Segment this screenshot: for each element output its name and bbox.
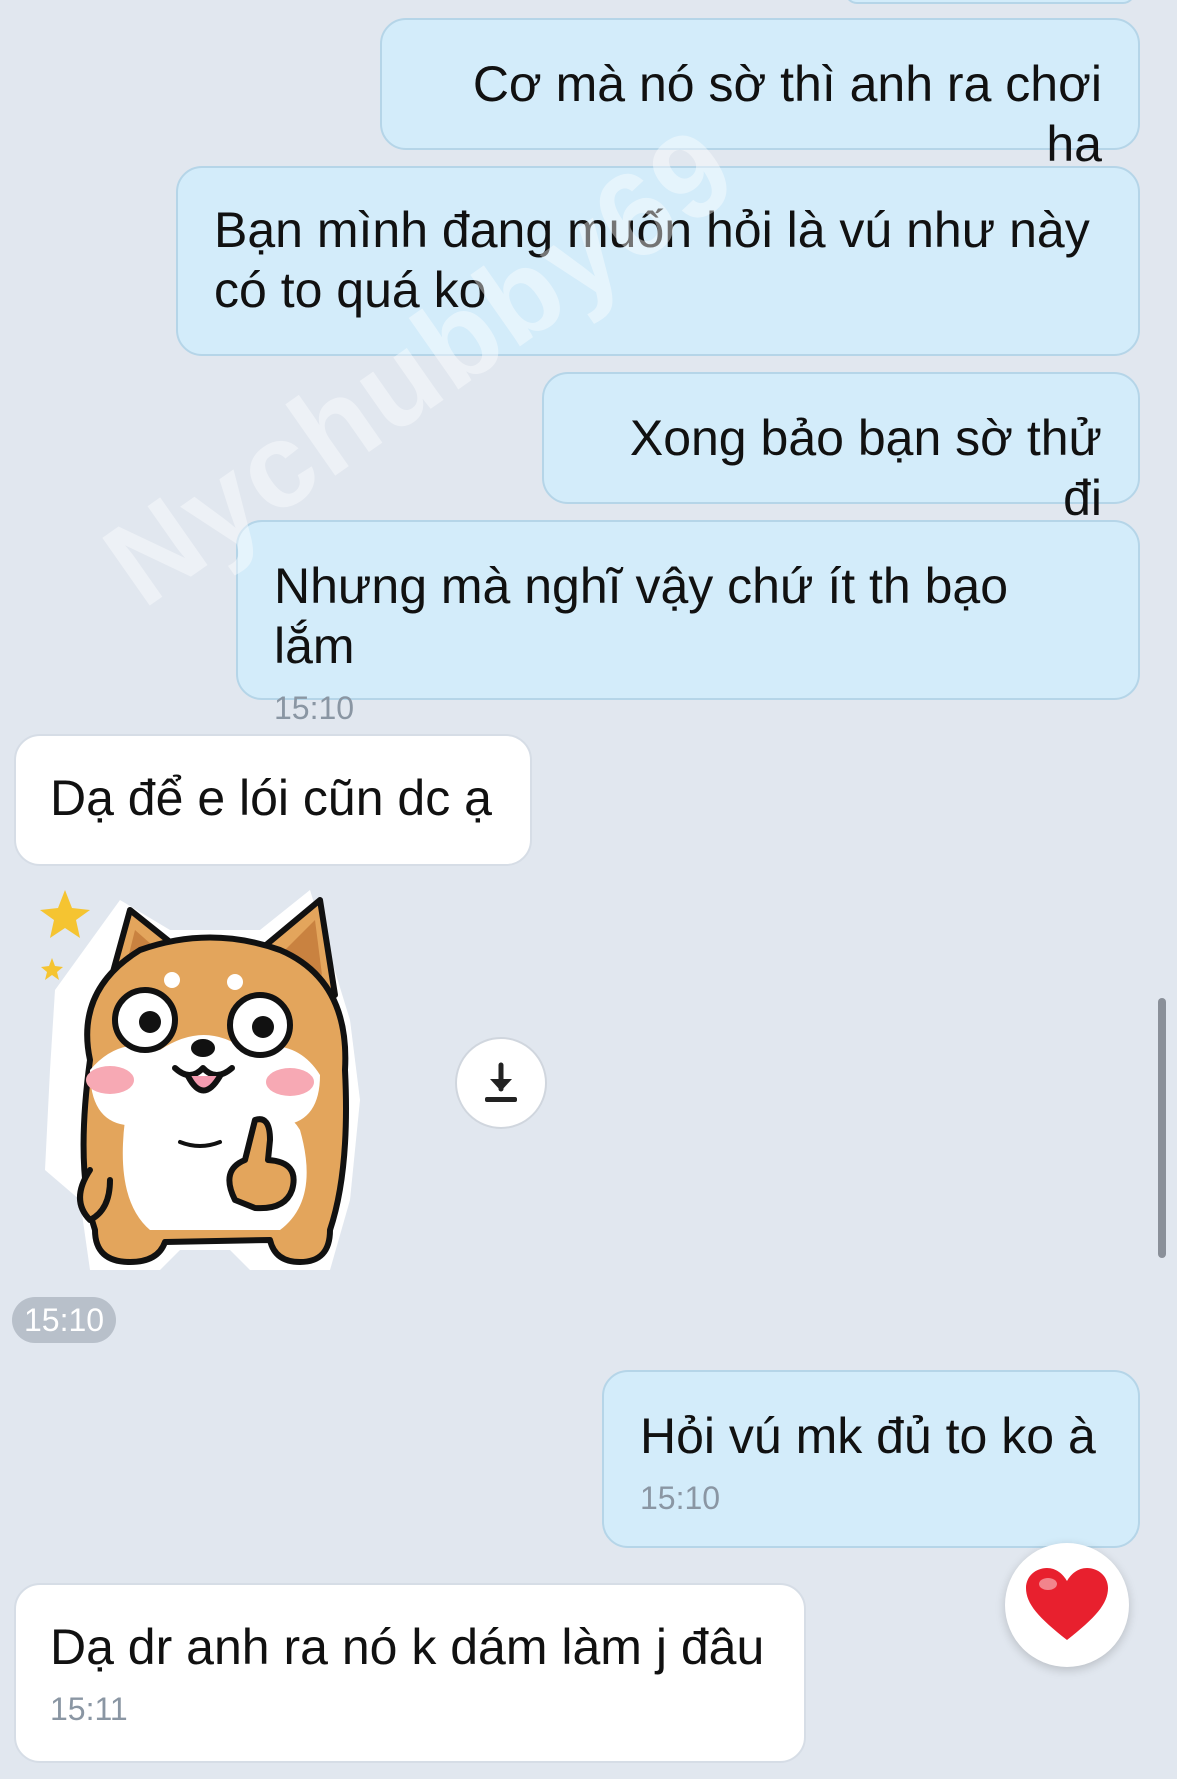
incoming-message[interactable]: Dạ dr anh ra nó k dám làm j đâu 15:11 (14, 1583, 806, 1763)
outgoing-message[interactable]: Hỏi vú mk đủ to ko à 15:10 (602, 1370, 1140, 1548)
outgoing-message[interactable]: Xong bảo bạn sờ thử đi (542, 372, 1140, 526)
sticker-image (40, 890, 360, 1270)
message-text: Dạ dr anh ra nó k dám làm j đâu (50, 1619, 765, 1675)
previous-message-bubble[interactable] (845, 0, 1135, 4)
message-text: Bạn mình đang muốn hỏi là vú như này có … (214, 202, 1090, 318)
incoming-message[interactable]: Dạ để e lói cũn dc ạ (14, 734, 532, 866)
heart-reaction-button[interactable] (1005, 1543, 1129, 1667)
message-time: 15:10 (640, 1480, 721, 1516)
message-time: 15:11 (50, 1691, 128, 1727)
outgoing-message[interactable]: Bạn mình đang muốn hỏi là vú như này có … (176, 166, 1140, 356)
shiba-thumbs-up-sticker[interactable] (30, 870, 390, 1290)
message-text: Nhưng mà nghĩ vậy chứ ít th bạo lắm (274, 558, 1022, 674)
scrollbar[interactable] (1158, 998, 1166, 1258)
message-time: 15:10 (274, 690, 355, 726)
message-text: Dạ để e lói cũn dc ạ (50, 770, 492, 826)
message-text: Hỏi vú mk đủ to ko à (640, 1408, 1096, 1464)
message-text: Cơ mà nó sờ thì anh ra chơi ha (472, 56, 1116, 172)
chat-view: Cơ mà nó sờ thì anh ra chơi ha Bạn mình … (0, 0, 1177, 1779)
outgoing-message[interactable]: Nhưng mà nghĩ vậy chứ ít th bạo lắm 15:1… (236, 520, 1140, 726)
outgoing-message[interactable]: Cơ mà nó sờ thì anh ra chơi ha (380, 18, 1140, 172)
download-button[interactable] (455, 1037, 547, 1129)
sticker-time-badge: 15:10 (12, 1297, 117, 1343)
download-icon (485, 1062, 517, 1102)
heart-icon (1026, 1568, 1108, 1640)
message-text: Xong bảo bạn sờ thử đi (629, 410, 1116, 526)
